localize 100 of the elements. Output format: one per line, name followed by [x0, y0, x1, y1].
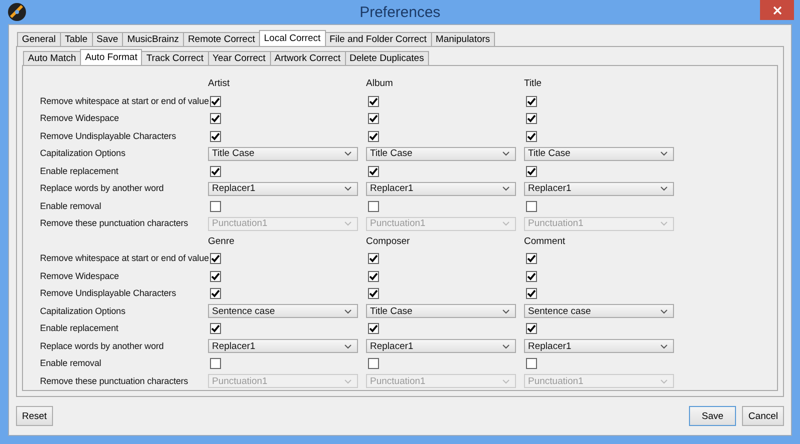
close-button[interactable]: [760, 0, 794, 20]
caret-icon: [660, 308, 668, 314]
checkbox[interactable]: [368, 323, 379, 334]
option-label: Remove Widespace: [40, 270, 119, 281]
dropdown[interactable]: Title Case: [366, 146, 516, 161]
tab[interactable]: Save: [92, 32, 124, 46]
caret-icon: [344, 186, 352, 192]
tab[interactable]: Remote Correct: [182, 32, 260, 46]
caret-icon: [344, 344, 352, 349]
column-header: Genre: [208, 236, 234, 247]
option-label: Remove whitespace at start or end of value: [40, 96, 209, 106]
reset-button[interactable]: Reset: [16, 406, 53, 426]
tab[interactable]: General: [17, 32, 61, 46]
column-header: Composer: [366, 236, 410, 247]
dropdown[interactable]: Replacer1: [524, 182, 674, 196]
caret-icon: [344, 151, 352, 156]
checkbox[interactable]: [368, 96, 379, 107]
tab[interactable]: MusicBrainz: [122, 32, 184, 46]
caret-icon: [502, 378, 510, 384]
tab[interactable]: Auto Format: [80, 49, 142, 65]
checkbox[interactable]: [210, 323, 221, 334]
option-label: Capitalization Options: [40, 306, 126, 316]
dropdown[interactable]: Replacer1: [208, 182, 358, 196]
option-label: Remove Widespace: [40, 113, 119, 124]
tab[interactable]: Local Correct: [259, 30, 326, 46]
caret-icon: [660, 151, 668, 156]
dropdown[interactable]: Replacer1: [524, 339, 674, 354]
tab[interactable]: Manipulators: [430, 32, 496, 46]
dropdown[interactable]: Title Case: [524, 146, 674, 161]
dropdown[interactable]: Replacer1: [366, 182, 516, 196]
checkbox[interactable]: [210, 358, 221, 370]
checkbox[interactable]: [526, 323, 537, 334]
checkbox[interactable]: [368, 288, 379, 300]
dropdown[interactable]: Sentence case: [208, 304, 358, 318]
checkbox[interactable]: [210, 166, 221, 177]
check-icon: [369, 166, 378, 176]
checkbox[interactable]: [368, 270, 379, 282]
caret-icon: [344, 221, 352, 226]
checkbox[interactable]: [368, 166, 379, 177]
option-label: Enable replacement: [40, 166, 118, 176]
checkbox[interactable]: [210, 200, 221, 212]
check-icon: [369, 324, 378, 334]
caret-icon: [502, 151, 510, 156]
dropdown[interactable]: Title Case: [208, 146, 358, 161]
dialog-button[interactable]: Cancel: [742, 406, 784, 426]
tab[interactable]: Delete Duplicates: [344, 51, 429, 65]
checkbox[interactable]: [526, 166, 537, 177]
option-label: Remove Undisplayable Characters: [40, 288, 176, 298]
checkbox[interactable]: [526, 253, 537, 264]
checkbox[interactable]: [526, 200, 537, 212]
checkbox[interactable]: [368, 130, 379, 142]
option-label: Remove whitespace at start or end of value: [40, 253, 209, 264]
check-icon: [527, 324, 536, 334]
dropdown[interactable]: Title Case: [366, 304, 516, 318]
caret-icon: [344, 378, 352, 384]
checkbox[interactable]: [210, 253, 221, 264]
caret-icon: [660, 186, 668, 192]
checkbox[interactable]: [368, 200, 379, 212]
checkbox[interactable]: [526, 288, 537, 300]
checkbox[interactable]: [526, 113, 537, 124]
option-label: Enable removal: [40, 200, 102, 211]
checkbox[interactable]: [526, 130, 537, 142]
checkbox[interactable]: [210, 288, 221, 300]
caret-icon: [344, 308, 352, 314]
caret-icon: [502, 344, 510, 349]
column-header: Title: [524, 78, 542, 90]
dropdown[interactable]: Replacer1: [366, 339, 516, 354]
checkbox[interactable]: [526, 96, 537, 107]
tab[interactable]: File and Folder Correct: [324, 32, 432, 46]
option-label: Remove these punctuation characters: [40, 376, 188, 386]
checkbox[interactable]: [210, 96, 221, 107]
tab[interactable]: Year Correct: [208, 51, 271, 65]
caret-icon: [660, 344, 668, 349]
column-header: Artist: [208, 78, 230, 90]
dropdown[interactable]: Sentence case: [524, 304, 674, 318]
option-label: Remove Undisplayable Characters: [40, 130, 176, 141]
check-icon: [211, 166, 220, 176]
column-header: Album: [366, 78, 393, 90]
dialog-button[interactable]: Save: [688, 406, 736, 426]
tab[interactable]: Auto Match: [23, 51, 82, 65]
tab[interactable]: Artwork Correct: [270, 51, 346, 65]
tab[interactable]: Track Correct: [141, 51, 209, 65]
caret-icon: [502, 186, 510, 192]
checkbox[interactable]: [210, 113, 221, 124]
tab[interactable]: Table: [60, 32, 93, 46]
checkbox[interactable]: [526, 270, 537, 282]
checkbox[interactable]: [526, 358, 537, 370]
dropdown[interactable]: Replacer1: [208, 339, 358, 354]
checkbox[interactable]: [368, 358, 379, 370]
checkbox[interactable]: [368, 113, 379, 124]
option-label: Remove these punctuation characters: [40, 218, 188, 228]
column-header: Comment: [524, 236, 566, 247]
checkbox[interactable]: [368, 253, 379, 264]
check-icon: [527, 166, 536, 176]
window-title: Preferences: [360, 4, 440, 20]
option-label: Replace words by another word: [40, 183, 164, 194]
checkbox[interactable]: [210, 130, 221, 142]
option-label: Capitalization Options: [40, 148, 126, 158]
caret-icon: [502, 308, 510, 314]
checkbox[interactable]: [210, 270, 221, 282]
